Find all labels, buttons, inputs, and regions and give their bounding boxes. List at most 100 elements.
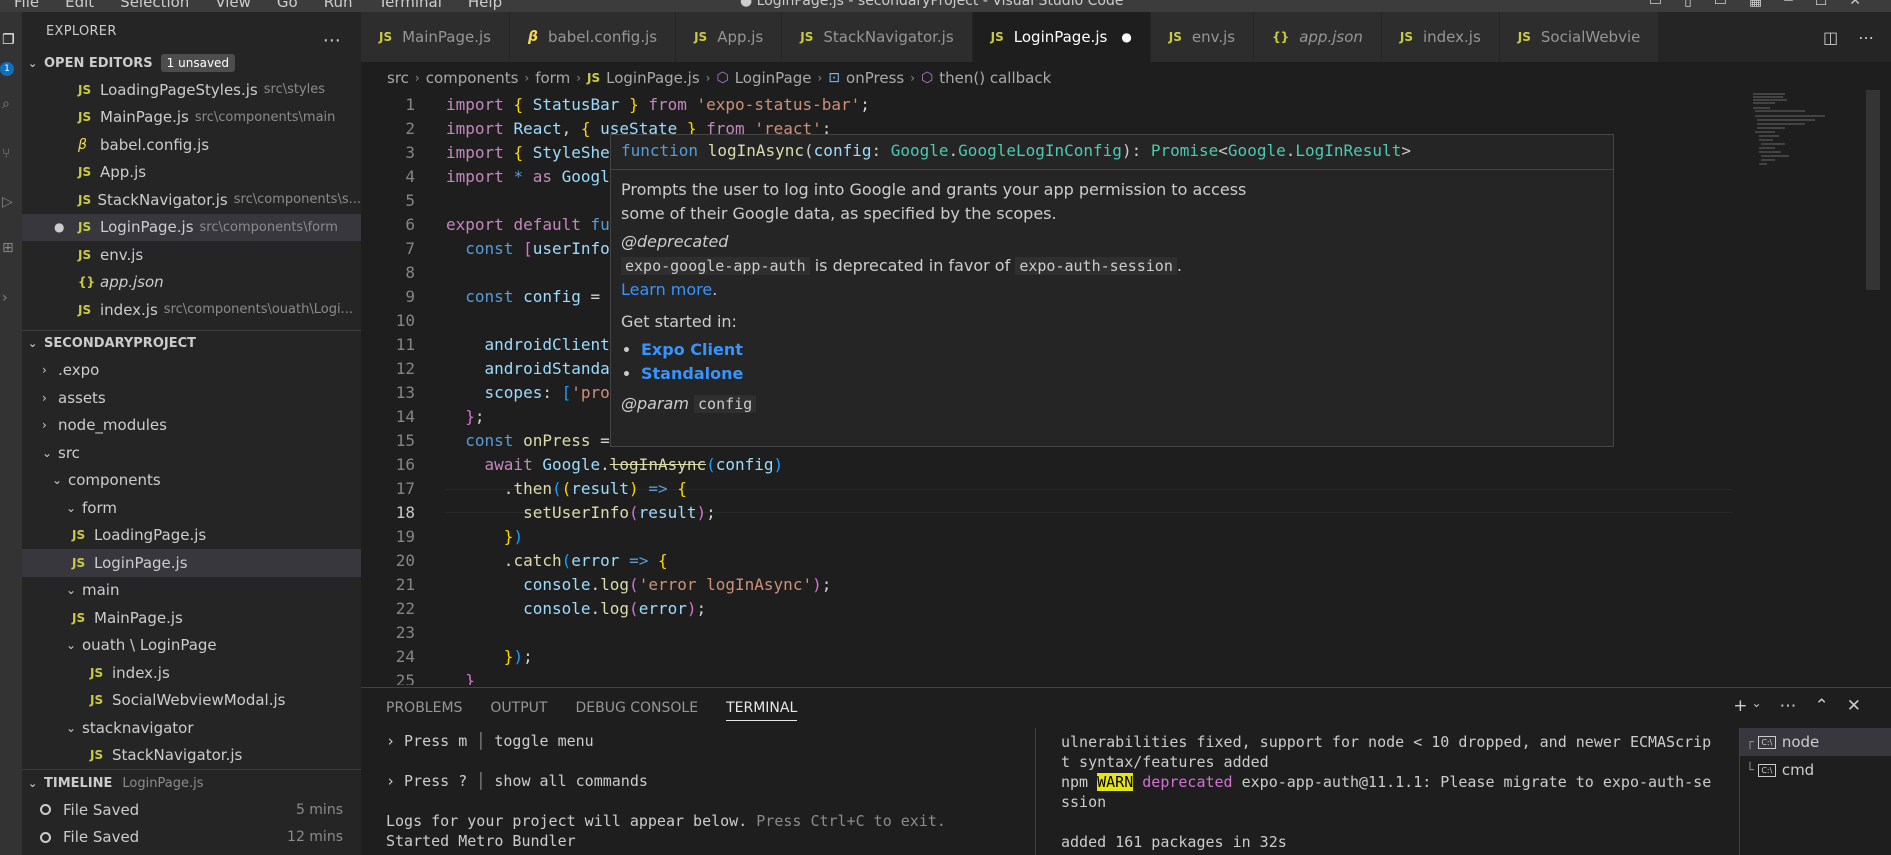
breadcrumb-src[interactable]: src <box>387 69 409 87</box>
file-name: LoginPage.js <box>94 553 188 572</box>
run-debug-icon[interactable]: ▷ <box>2 194 18 210</box>
timeline-time: 12 mins <box>287 829 343 846</box>
tab-problems[interactable]: PROBLEMS <box>386 700 462 721</box>
tab-babel-config[interactable]: β babel.config.js <box>509 12 677 62</box>
open-editor-item[interactable]: JS env.js <box>22 241 361 269</box>
open-editor-item[interactable]: JS index.js src\components\ouath\Logi... <box>22 296 361 324</box>
tab-label: StackNavigator.js <box>823 28 954 46</box>
menu-bar: File Edit Selection View Go Run Terminal… <box>14 0 502 11</box>
maximize-panel-icon[interactable]: ⌃ <box>1815 696 1829 716</box>
tab-app-json[interactable]: {} app.json <box>1254 12 1382 62</box>
menu-terminal[interactable]: Terminal <box>379 0 442 11</box>
unsaved-dot-icon[interactable]: ● <box>1121 30 1131 44</box>
open-editor-item[interactable]: JS App.js <box>22 159 361 187</box>
timeline-header[interactable]: ⌄ TIMELINE LoginPage.js <box>22 770 361 796</box>
timeline-item[interactable]: File Saved 12 mins <box>22 824 361 852</box>
tab-debug-console[interactable]: DEBUG CONSOLE <box>575 700 698 721</box>
menu-edit[interactable]: Edit <box>65 0 94 11</box>
tree-folder[interactable]: ⌄ src <box>22 439 361 467</box>
split-editor-icon[interactable]: ◫ <box>1823 28 1838 47</box>
open-editor-item[interactable]: {} app.json <box>22 269 361 297</box>
menu-run[interactable]: Run <box>324 0 353 11</box>
new-terminal-icon[interactable]: + <box>1733 696 1747 716</box>
layout-panel-icon[interactable]: ▭ <box>1714 0 1727 9</box>
project-header[interactable]: ⌄ SECONDARYPROJECT <box>22 331 361 357</box>
menu-selection[interactable]: Selection <box>120 0 189 11</box>
breadcrumb-file[interactable]: LoginPage.js <box>606 69 700 87</box>
code-line-25: } <box>465 671 475 685</box>
customize-layout-icon[interactable]: ▦ <box>1749 0 1762 9</box>
tab-stacknavigator[interactable]: JS StackNavigator.js <box>782 12 973 62</box>
layout-sidebar-icon[interactable]: ▯ <box>1684 0 1692 9</box>
unsaved-dot-icon[interactable]: ● <box>54 220 70 234</box>
project-title: SECONDARYPROJECT <box>44 336 196 351</box>
menu-view[interactable]: View <box>215 0 251 11</box>
terminal-item-node[interactable]: ┌ C:\ node <box>1740 728 1891 756</box>
menu-go[interactable]: Go <box>277 0 298 11</box>
minimap[interactable] <box>1745 90 1845 190</box>
tree-file[interactable]: JS index.js <box>22 659 361 687</box>
remote-icon[interactable]: › <box>2 290 18 306</box>
open-editor-item[interactable]: JS StackNavigator.js src\components\s... <box>22 186 361 214</box>
tab-app[interactable]: JS App.js <box>676 12 783 62</box>
tree-file[interactable]: JS LoadingPage.js <box>22 522 361 550</box>
expo-client-link[interactable]: Expo Client <box>641 340 743 359</box>
close-window-icon[interactable]: ✕ <box>1849 0 1861 9</box>
tree-folder[interactable]: ⌄ components <box>22 467 361 495</box>
tab-output[interactable]: OUTPUT <box>490 700 547 721</box>
minimize-icon[interactable]: ─ <box>1784 0 1792 9</box>
terminal-line: ssion <box>1061 793 1107 811</box>
menu-file[interactable]: File <box>14 0 39 11</box>
breadcrumb-symbol[interactable]: LoginPage <box>735 69 812 87</box>
tree-folder[interactable]: ⌄ stacknavigator <box>22 714 361 742</box>
tab-index[interactable]: JS index.js <box>1381 12 1500 62</box>
explorer-icon[interactable]: ❐ <box>2 32 18 48</box>
tree-folder[interactable]: › assets <box>22 384 361 412</box>
more-actions-icon[interactable]: ⋯ <box>1780 696 1797 716</box>
open-editor-item[interactable]: JS LoadingPageStyles.js src\styles <box>22 76 361 104</box>
close-panel-icon[interactable]: ✕ <box>1847 696 1861 716</box>
tab-loginpage[interactable]: JS LoginPage.js ● <box>972 12 1151 62</box>
tree-folder[interactable]: › node_modules <box>22 412 361 440</box>
tree-folder[interactable]: ⌄ form <box>22 494 361 522</box>
open-editor-item[interactable]: β babel.config.js <box>22 131 361 159</box>
breadcrumb-onpress[interactable]: onPress <box>846 69 904 87</box>
tree-folder[interactable]: ⌄ main <box>22 577 361 605</box>
terminal-right[interactable]: ulnerabilities fixed, support for node <… <box>1061 732 1721 852</box>
tree-folder[interactable]: ⌄ ouath \ LoginPage <box>22 632 361 660</box>
learn-more-link[interactable]: Learn more <box>621 280 712 299</box>
open-editors-header[interactable]: ⌄ OPEN EDITORS 1 unsaved <box>22 50 361 76</box>
tab-terminal[interactable]: TERMINAL <box>726 700 798 721</box>
tab-env[interactable]: JS env.js <box>1150 12 1255 62</box>
source-control-icon[interactable]: ⑂ <box>2 146 18 162</box>
tree-file-selected[interactable]: JS LoginPage.js <box>22 549 361 577</box>
search-icon[interactable]: ⌕ <box>2 96 18 112</box>
open-editor-item[interactable]: JS MainPage.js src\components\main <box>22 104 361 132</box>
maximize-icon[interactable]: ☐ <box>1815 0 1828 9</box>
breadcrumb-components[interactable]: components <box>426 69 519 87</box>
tree-file[interactable]: JS SocialWebviewModal.js <box>22 687 361 715</box>
tab-mainpage[interactable]: JS MainPage.js <box>361 12 510 62</box>
more-actions-icon[interactable]: ⋯ <box>323 30 341 51</box>
menu-help[interactable]: Help <box>468 0 502 11</box>
extensions-icon[interactable]: ⊞ <box>2 240 18 256</box>
editor-scrollbar[interactable] <box>1866 90 1880 290</box>
more-actions-icon[interactable]: ⋯ <box>1858 28 1874 47</box>
open-editor-item-active[interactable]: ● JS LoginPage.js src\components\form <box>22 213 361 241</box>
tree-file[interactable]: JS StackNavigator.js <box>22 742 361 770</box>
timeline-item[interactable]: File Saved 5 mins <box>22 796 361 824</box>
code-line-16: await Google.logInAsync(config) <box>484 455 784 474</box>
terminal-split-divider[interactable] <box>1035 728 1036 855</box>
tab-socialwebview[interactable]: JS SocialWebvie <box>1499 12 1660 62</box>
chevron-down-icon[interactable]: ⌄ <box>1751 696 1761 716</box>
terminal-item-cmd[interactable]: └ C:\ cmd <box>1740 756 1891 784</box>
standalone-link[interactable]: Standalone <box>641 364 743 383</box>
terminal-left[interactable]: › Press m │ toggle menu › Press ? │ show… <box>386 732 1046 852</box>
tab-label: env.js <box>1191 28 1236 46</box>
folder-name: stacknavigator <box>82 718 194 737</box>
tree-file[interactable]: JS MainPage.js <box>22 604 361 632</box>
layout-icon[interactable]: ▭ <box>1649 0 1662 9</box>
breadcrumb-form[interactable]: form <box>535 69 570 87</box>
breadcrumb-callback[interactable]: then() callback <box>939 69 1051 87</box>
tree-folder[interactable]: › .expo <box>22 357 361 385</box>
